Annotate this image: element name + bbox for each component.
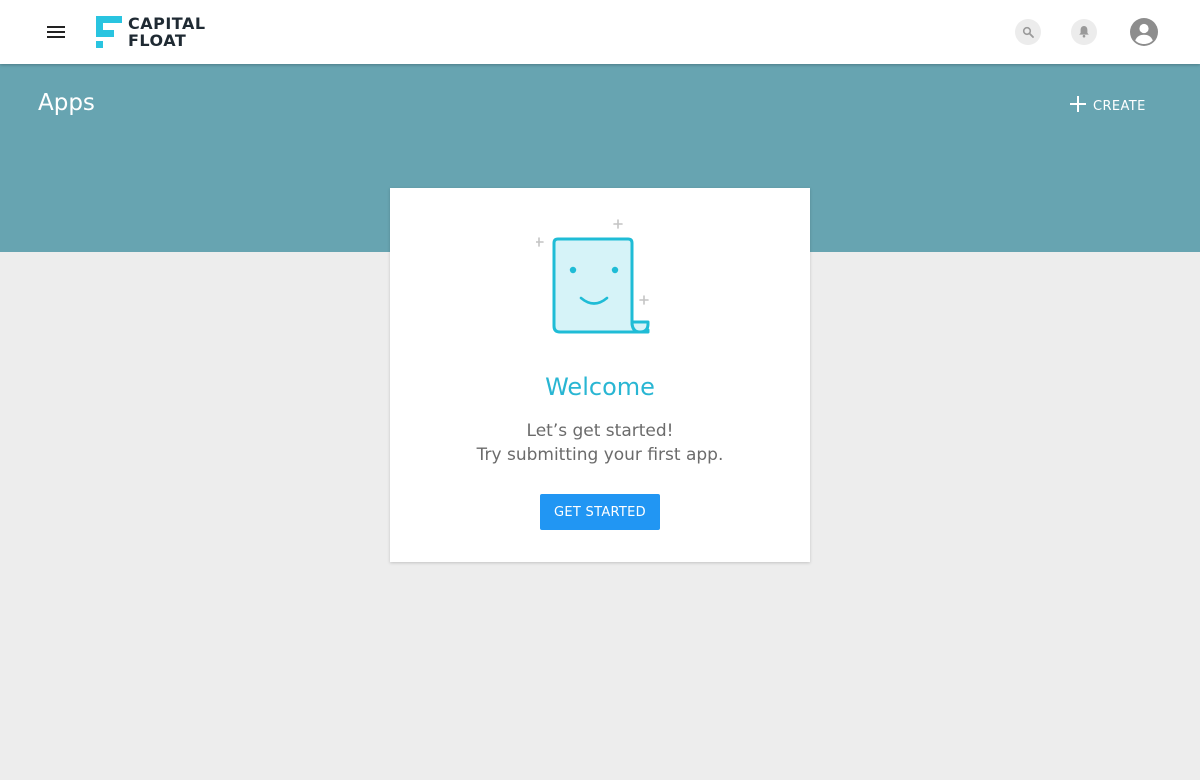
bell-icon <box>1078 23 1090 42</box>
notifications-button[interactable] <box>1071 19 1097 45</box>
smiling-document-illustration <box>534 218 656 338</box>
logo-mark-icon <box>96 15 122 48</box>
logo-line-1: CAPITAL <box>128 14 206 33</box>
welcome-message-line-1: Let’s get started! <box>526 421 674 441</box>
get-started-button[interactable]: GET STARTED <box>540 494 660 530</box>
plus-icon <box>1070 96 1086 116</box>
capital-float-logo[interactable]: CAPITAL FLOAT <box>96 15 206 49</box>
search-button[interactable] <box>1015 19 1041 45</box>
welcome-message-line-2: Try submitting your first app. <box>476 445 724 465</box>
menu-button[interactable] <box>40 16 72 48</box>
welcome-card: Welcome Let’s get started! Try submittin… <box>390 188 810 562</box>
menu-icon <box>47 23 65 42</box>
account-button[interactable] <box>1130 18 1158 46</box>
welcome-heading: Welcome <box>545 373 655 401</box>
welcome-message: Let’s get started! Try submitting your f… <box>390 419 810 467</box>
logo-line-2: FLOAT <box>128 31 187 50</box>
account-circle-icon <box>1130 18 1158 50</box>
page-title: Apps <box>38 90 95 116</box>
logo-wordmark: CAPITAL FLOAT <box>128 15 206 49</box>
create-button[interactable]: CREATE <box>1070 92 1146 120</box>
top-app-bar: CAPITAL FLOAT <box>0 0 1200 64</box>
create-button-label: CREATE <box>1093 98 1146 114</box>
search-icon <box>1022 23 1034 42</box>
